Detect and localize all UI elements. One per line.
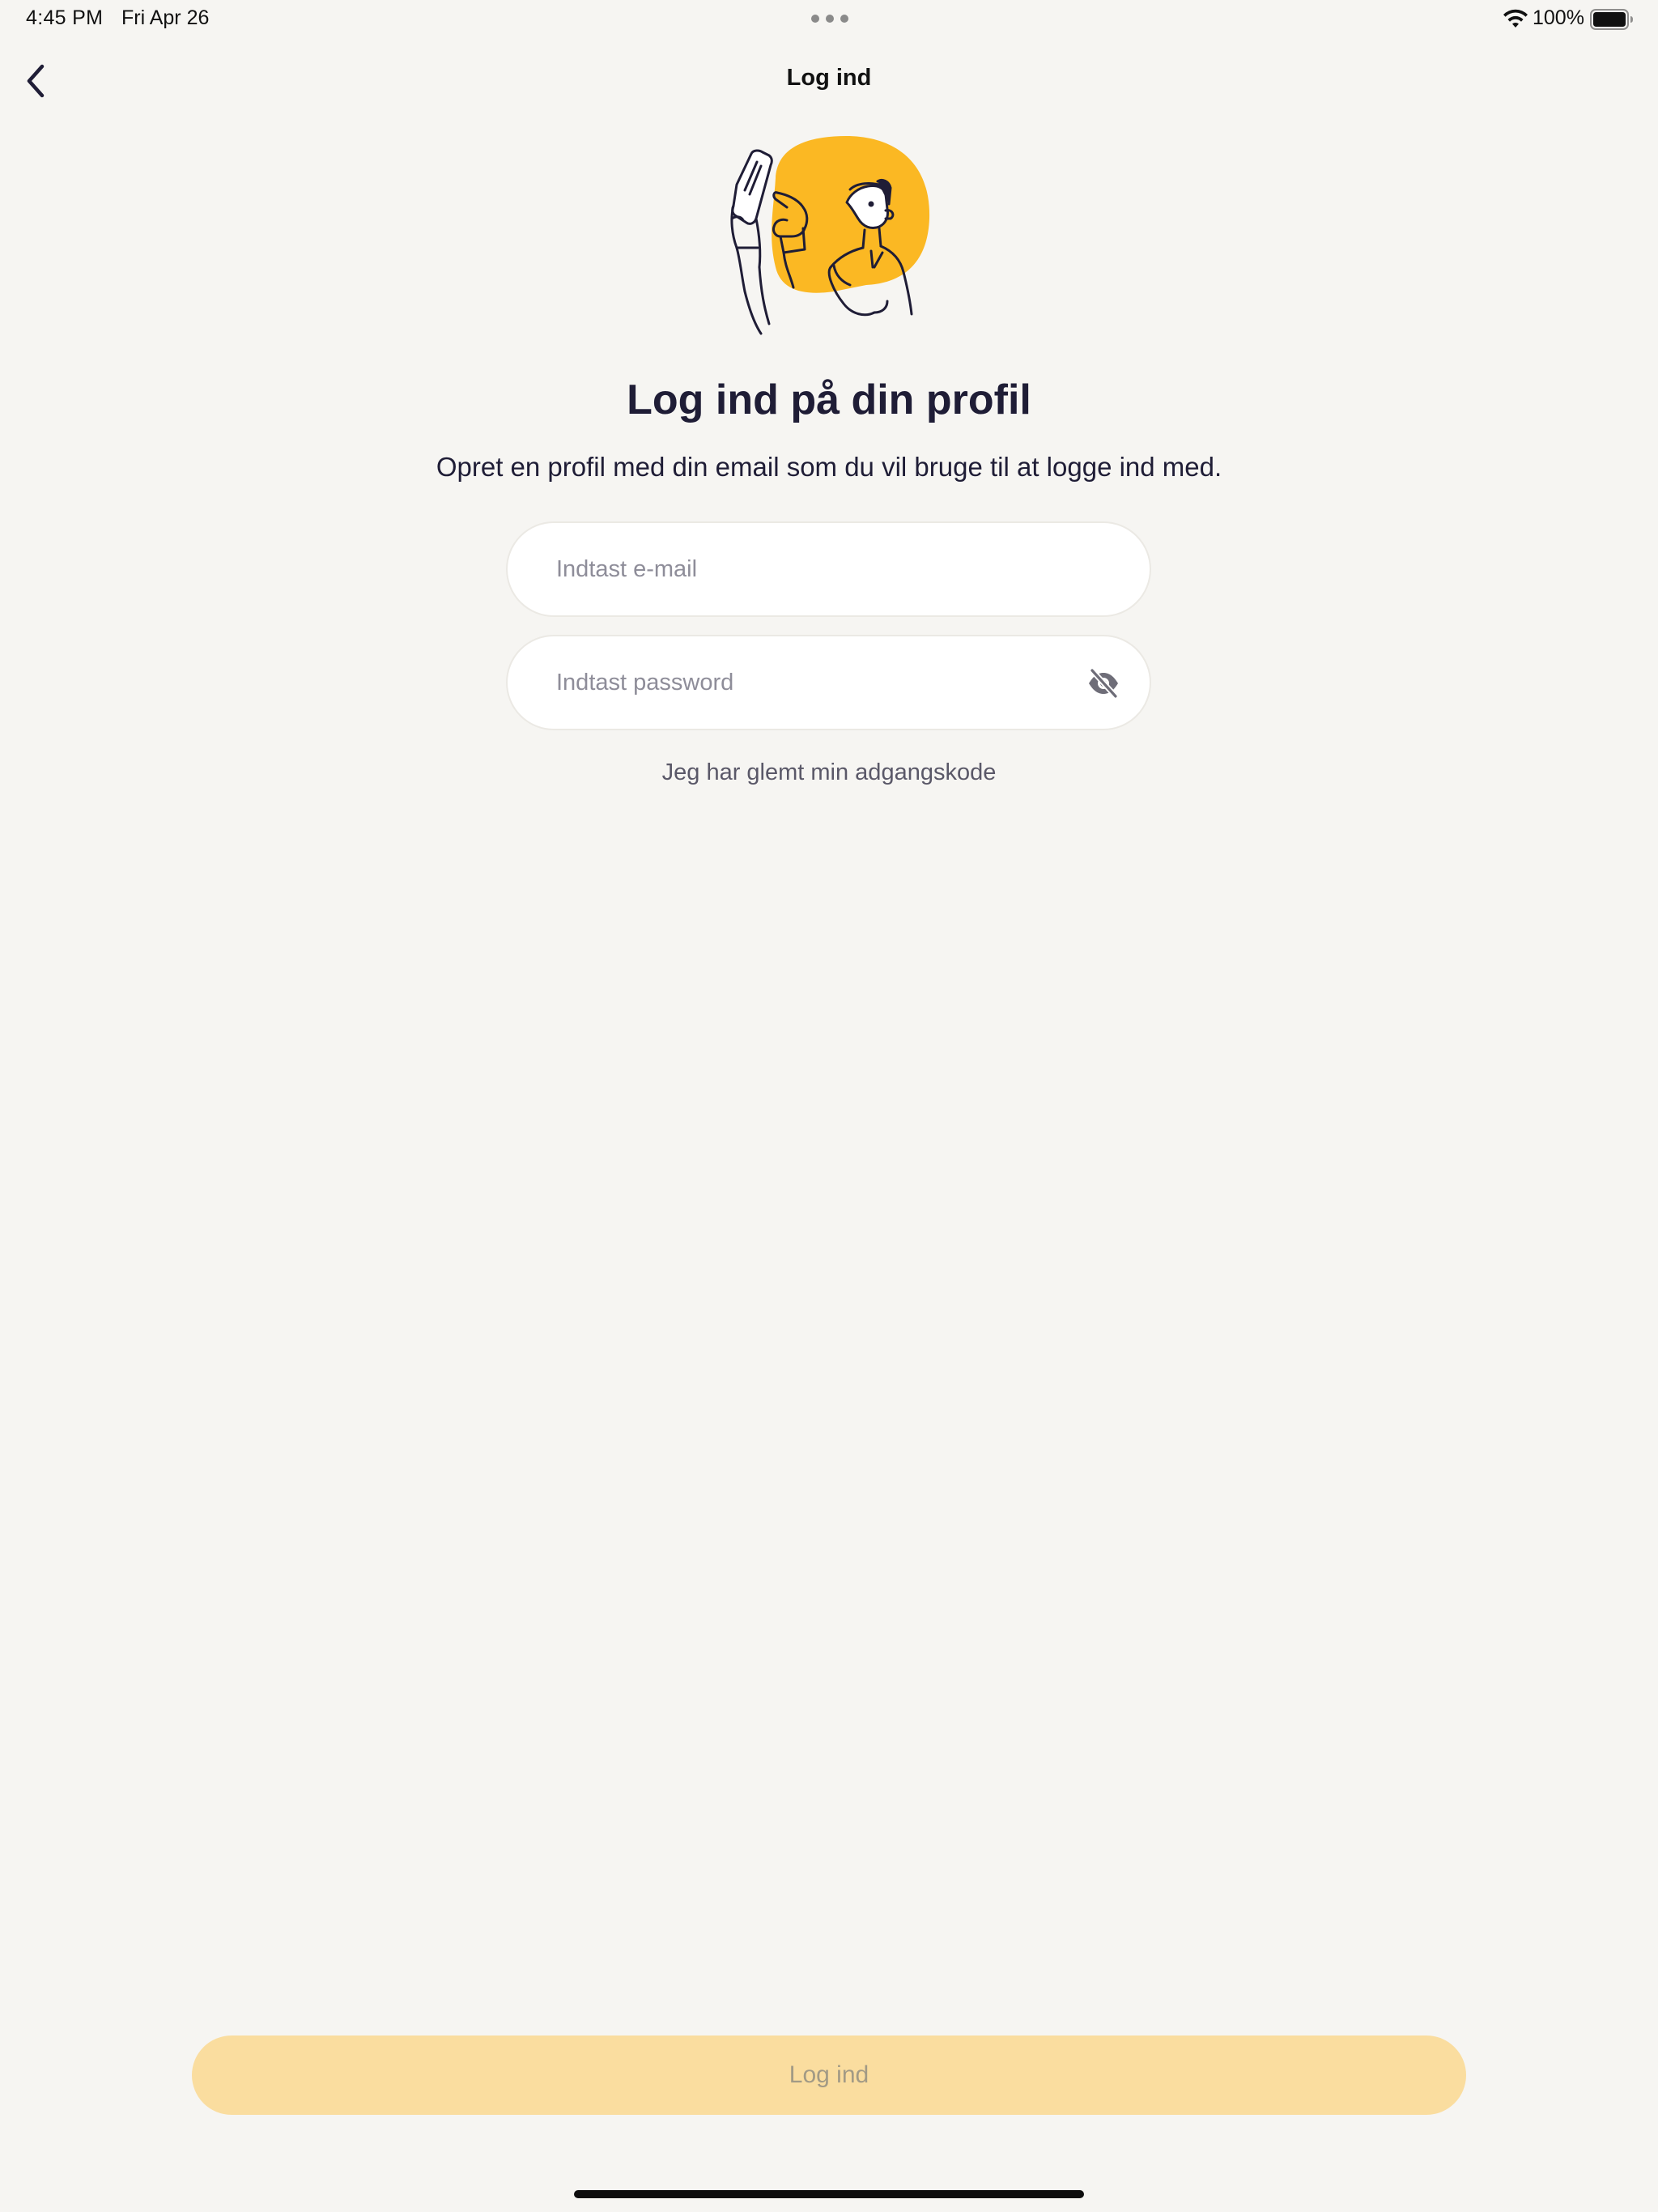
wifi-icon xyxy=(1503,9,1528,28)
password-field-container xyxy=(506,635,1151,730)
password-field[interactable] xyxy=(556,636,1074,729)
page-title: Log ind på din profil xyxy=(627,376,1031,423)
home-indicator xyxy=(574,2190,1084,2198)
nav-title: Log ind xyxy=(786,65,872,91)
email-field[interactable] xyxy=(556,523,1074,615)
login-button[interactable]: Log ind xyxy=(192,2035,1466,2115)
email-field-container xyxy=(506,521,1151,617)
battery-percent: 100% xyxy=(1533,6,1584,29)
nav-bar: Log ind xyxy=(0,49,1658,113)
multitask-dots-icon[interactable] xyxy=(811,15,848,23)
forgot-password-link[interactable]: Jeg har glemt min adgangskode xyxy=(0,759,1658,786)
eye-off-icon[interactable] xyxy=(1086,666,1120,700)
status-time: 4:45 PM xyxy=(26,6,104,29)
page-subtitle: Opret en profil med din email som du vil… xyxy=(436,452,1222,482)
phone-person-illustration xyxy=(730,136,930,335)
battery-icon xyxy=(1590,9,1633,30)
status-bar: 4:45 PM Fri Apr 26 100% xyxy=(0,0,1658,39)
status-date: Fri Apr 26 xyxy=(121,6,210,29)
